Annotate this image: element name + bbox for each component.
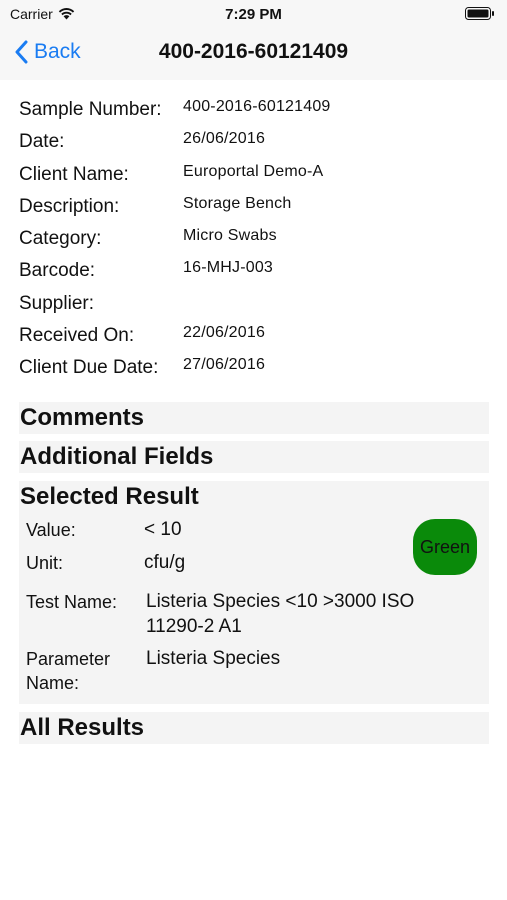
parameter-name-label-line1: Parameter — [26, 649, 111, 669]
page-title: 400-2016-60121409 — [158, 40, 349, 63]
additional-fields-header: Additional Fields — [20, 443, 214, 470]
detail-row-category: Category: Micro Swabs — [19, 225, 489, 257]
result-status-button[interactable]: Green — [413, 519, 477, 575]
detail-row-description: Description: Storage Bench — [19, 193, 489, 225]
detail-row-barcode: Barcode: 16-MHJ-003 — [19, 257, 489, 289]
comments-section[interactable]: Comments — [19, 402, 489, 434]
battery-icon — [465, 7, 494, 20]
test-name-value-line1: Listeria Species <10 >3000 ISO — [146, 591, 415, 612]
detail-row-received-on: Received On: 22/06/2016 — [19, 322, 489, 354]
detail-row-sample-number: Sample Number: 400-2016-60121409 — [19, 96, 489, 128]
detail-value: 27/06/2016 — [183, 356, 266, 374]
detail-value: 16-MHJ-003 — [183, 259, 274, 277]
detail-value: 400-2016-60121409 — [183, 98, 331, 115]
detail-label: Supplier: — [19, 292, 94, 314]
detail-label: Sample Number: — [19, 99, 162, 120]
detail-value: 22/06/2016 — [183, 324, 266, 342]
detail-value: 26/06/2016 — [183, 130, 266, 148]
navigation-bar: Back 400-2016-60121409 — [0, 28, 507, 80]
detail-label: Client Name: — [19, 163, 129, 185]
detail-value: Micro Swabs — [183, 227, 277, 245]
all-results-section[interactable]: All Results — [19, 712, 489, 744]
detail-label: Client Due Date: — [19, 357, 159, 379]
detail-row-client-due-date: Client Due Date: 27/06/2016 — [19, 354, 489, 386]
result-status-label: Green — [419, 536, 471, 557]
additional-fields-section[interactable]: Additional Fields — [19, 441, 489, 473]
status-bar: Carrier 7:29 PM — [0, 0, 507, 28]
comments-header: Comments — [20, 404, 145, 431]
selected-result-header: Selected Result — [20, 483, 199, 510]
sample-details: Sample Number: 400-2016-60121409 Date: 2… — [19, 96, 489, 387]
value-label: Value: — [26, 520, 76, 540]
all-results-header: All Results — [20, 714, 145, 741]
unit-value: cfu/g — [144, 552, 186, 573]
unit-label: Unit: — [26, 553, 64, 573]
detail-label: Category: — [19, 228, 102, 250]
parameter-name-label-line2: Name: — [26, 673, 80, 693]
value-value: < 10 — [144, 519, 182, 540]
detail-row-date: Date: 26/06/2016 — [19, 128, 489, 160]
detail-label: Barcode: — [19, 260, 96, 282]
detail-label: Received On: — [19, 325, 135, 347]
detail-label: Description: — [19, 195, 120, 217]
detail-label: Date: — [19, 131, 65, 153]
status-time: 7:29 PM — [225, 6, 282, 23]
test-name-label: Test Name: — [26, 592, 118, 612]
detail-value: Storage Bench — [183, 194, 292, 212]
test-name-value-line2: 11290-2 A1 — [146, 616, 242, 637]
detail-row-client-name: Client Name: Europortal Demo-A — [19, 161, 489, 193]
parameter-name-value: Listeria Species — [146, 648, 281, 669]
detail-row-supplier: Supplier: — [19, 290, 489, 322]
detail-value: Europortal Demo-A — [183, 162, 324, 180]
selected-result-section: Selected Result Value: < 10 Unit: cfu/g … — [19, 481, 489, 704]
